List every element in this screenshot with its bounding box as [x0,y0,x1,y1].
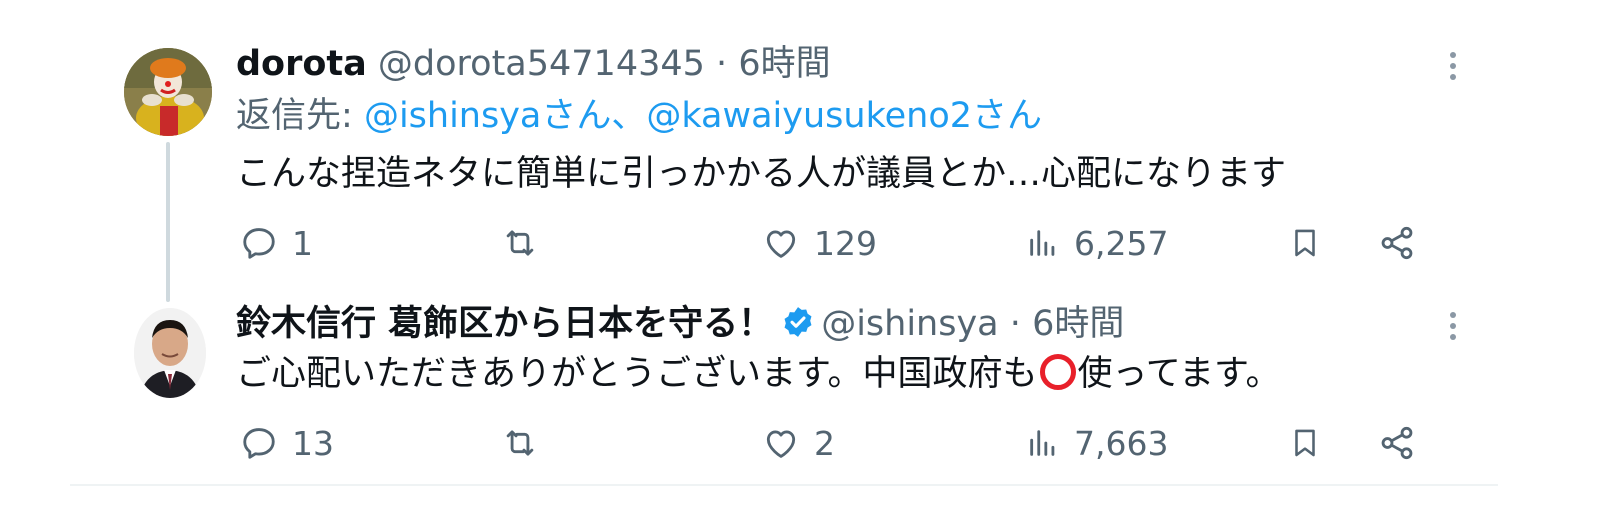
like-count: 129 [814,223,877,263]
handle[interactable]: @ishinsya [821,304,998,344]
separator-dot: · [1009,304,1021,344]
share-icon [1381,426,1413,460]
tweet-1[interactable]: dorota @dorota54714345 · 6時間 返信先: @ishin… [0,0,1600,302]
share-button[interactable] [1378,218,1416,268]
man-portrait-avatar-icon [134,308,206,398]
verified-badge[interactable] [781,305,815,350]
display-name[interactable]: dorota [236,44,367,84]
views-count: 7,663 [1074,423,1169,463]
retweet-icon [506,230,534,256]
more-dot [1450,323,1456,329]
bookmark-button[interactable] [1288,218,1322,268]
tweet-2[interactable]: 鈴木信行 葛飾区から日本を守る！ @ishinsya · 6時間 ご心配いただき… [0,290,1600,485]
share-button[interactable] [1378,418,1416,468]
heavy-large-circle-icon [1039,354,1076,390]
reply-button[interactable]: 13 [240,418,334,468]
bookmark-icon [1295,229,1315,257]
tweet-divider [70,484,1498,486]
tweet-text: こんな捏造ネタに簡単に引っかかる人が議員とか…心配になります [236,154,1287,194]
heart-icon [766,430,796,458]
avatar[interactable] [134,308,206,398]
share-icon [1381,226,1413,260]
bookmark-icon [1295,429,1315,457]
like-count: 2 [814,423,835,463]
more-dot [1450,312,1456,318]
reply-count: 13 [292,423,334,463]
reply-to-prefix: 返信先: [236,96,353,136]
handle[interactable]: @dorota54714345 [378,44,705,84]
clown-avatar-icon [124,48,212,136]
thread-line [166,142,170,302]
views-button[interactable]: 6,257 [1026,218,1168,268]
views-count: 6,257 [1074,223,1169,263]
tweet-text: ご心配いただきありがとうございます。中国政府も 使ってます。 [236,352,1281,396]
bookmark-button[interactable] [1288,418,1322,468]
timestamp[interactable]: 6時間 [1032,304,1124,344]
like-button[interactable]: 129 [762,218,877,268]
reply-to-mentions[interactable]: @ishinsyaさん、@kawaiyusukeno2さん [364,96,1042,136]
reply-icon [243,428,275,459]
analytics-icon [1030,230,1055,256]
retweet-button[interactable] [500,418,540,468]
more-options-button[interactable] [1441,306,1465,346]
more-options-button[interactable] [1441,46,1465,86]
tweet-text-part: ご心配いただきありがとうございます。中国政府も [236,354,1038,394]
reply-button[interactable]: 1 [240,218,313,268]
tweet-header: dorota @dorota54714345 · 6時間 [236,42,831,86]
analytics-icon [1030,430,1055,456]
retweet-button[interactable] [500,218,540,268]
more-dot [1450,63,1456,69]
verified-badge-icon [784,307,812,337]
like-button[interactable]: 2 [762,418,835,468]
views-button[interactable]: 7,663 [1026,418,1168,468]
heart-icon [766,230,796,258]
reply-to-line: 返信先: @ishinsyaさん、@kawaiyusukeno2さん [236,94,1042,138]
reply-count: 1 [292,223,313,263]
more-dot [1450,52,1456,58]
tweet-text-part: 使ってます。 [1077,354,1281,394]
reply-icon [243,228,275,259]
separator-dot: · [716,44,728,84]
more-dot [1450,334,1456,340]
timestamp[interactable]: 6時間 [738,44,830,84]
display-name[interactable]: 鈴木信行 葛飾区から日本を守る！ [236,304,773,344]
more-dot [1450,74,1456,80]
retweet-icon [506,430,534,456]
tweet-header: 鈴木信行 葛飾区から日本を守る！ @ishinsya · 6時間 [236,302,1124,350]
avatar[interactable] [124,48,212,136]
